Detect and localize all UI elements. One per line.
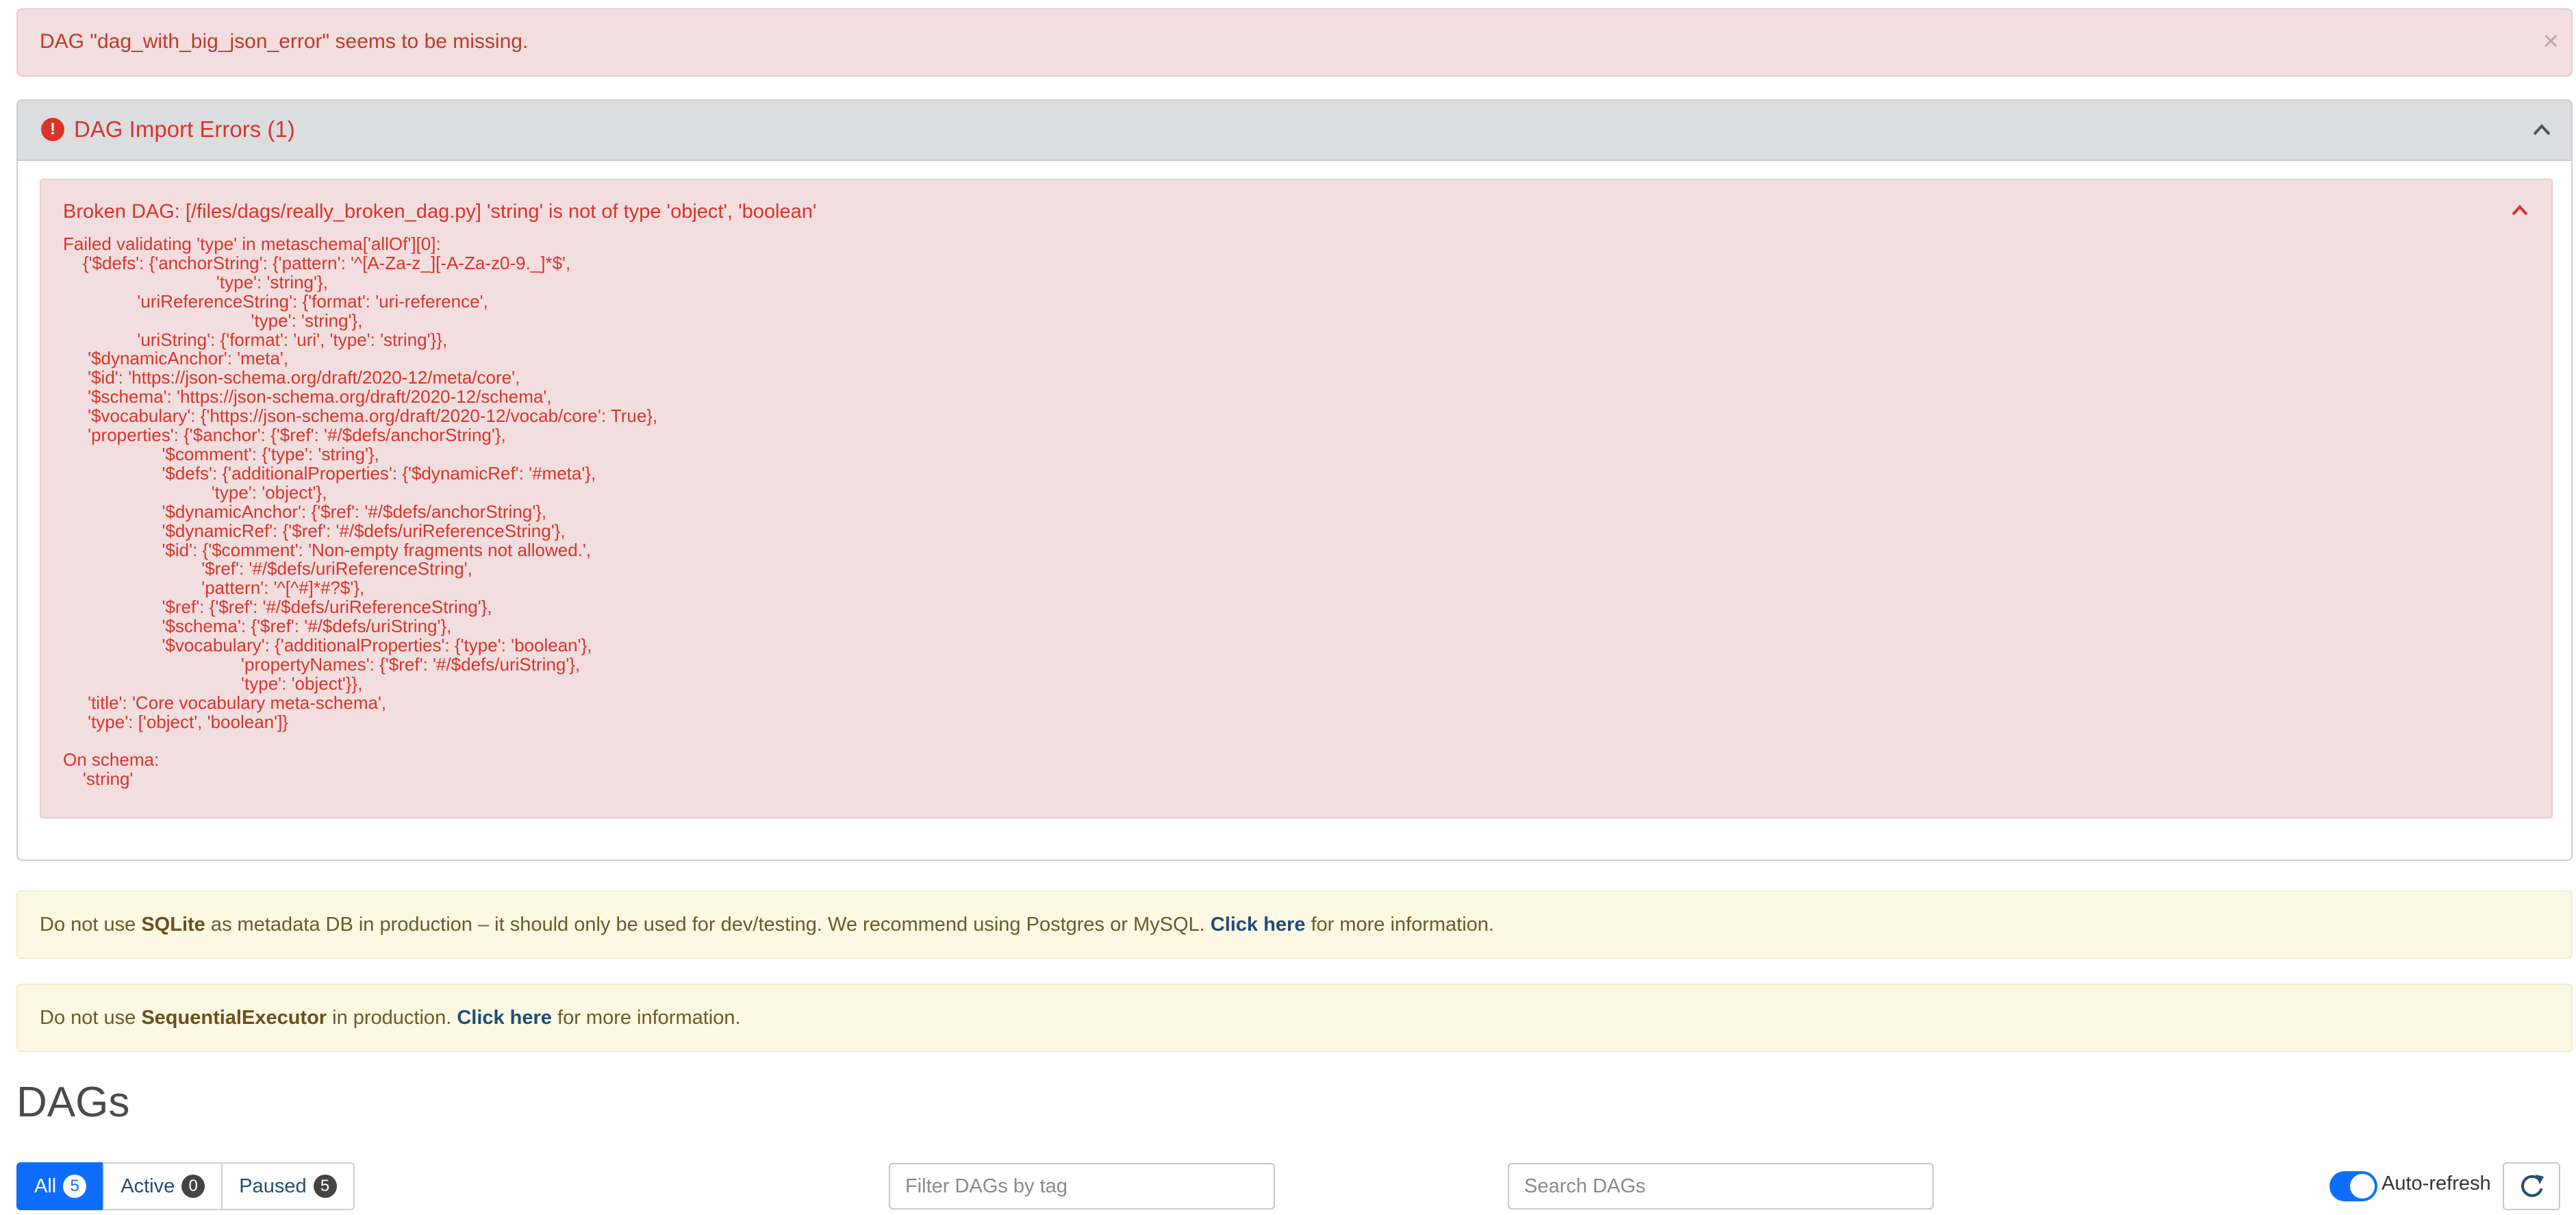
warning-text: for more information. (551, 1007, 741, 1029)
missing-dag-message: DAG "dag_with_big_json_error" seems to b… (40, 30, 529, 53)
import-errors-title: DAG Import Errors (1) (74, 116, 295, 142)
page-title: DAGs (16, 1079, 130, 1126)
chevron-up-icon[interactable] (2510, 201, 2529, 220)
filter-label: Paused (239, 1175, 307, 1197)
warning-text: as metadata DB in production – it should… (205, 914, 1211, 936)
warning-text: Do not use (40, 914, 142, 936)
filter-all-button[interactable]: All 5 (16, 1162, 105, 1210)
refresh-icon (2521, 1175, 2544, 1197)
import-errors-panel: ! DAG Import Errors (1) Broken DAG: [/fi… (16, 99, 2573, 861)
auto-refresh-toggle[interactable] (2329, 1171, 2377, 1201)
executor-info-link[interactable]: Click here (457, 1007, 552, 1029)
sqlite-warning: Do not use SQLite as metadata DB in prod… (16, 890, 2573, 959)
chevron-up-icon[interactable] (2531, 120, 2552, 140)
import-errors-header[interactable]: ! DAG Import Errors (1) (18, 101, 2571, 161)
broken-dag-header: Broken DAG: [/files/dags/really_broken_d… (63, 201, 817, 223)
error-circle-icon: ! (41, 118, 64, 141)
warning-bold-text: SQLite (141, 914, 205, 936)
auto-refresh-label: Auto-refresh (2382, 1173, 2491, 1194)
sqlite-info-link[interactable]: Click here (1211, 914, 1306, 936)
warning-text: in production. (327, 1007, 457, 1029)
error-details: Failed validating 'type' in metaschema['… (63, 234, 658, 790)
broken-dag-error-card: Broken DAG: [/files/dags/really_broken_d… (40, 179, 2553, 818)
missing-dag-alert: DAG "dag_with_big_json_error" seems to b… (16, 8, 2573, 77)
filter-label: Active (121, 1175, 175, 1197)
status-filter-group: All 5 Active 0 Paused 5 (16, 1162, 355, 1210)
filter-label: All (34, 1175, 57, 1197)
warning-text: for more information. (1305, 914, 1494, 936)
filter-active-button[interactable]: Active 0 (103, 1162, 223, 1210)
tag-filter-input[interactable] (889, 1163, 1275, 1210)
toggle-knob (2350, 1174, 2375, 1199)
warning-bold-text: SequentialExecutor (141, 1007, 327, 1029)
close-icon[interactable]: × (2543, 27, 2559, 55)
refresh-button[interactable] (2503, 1162, 2560, 1210)
count-badge: 5 (313, 1175, 337, 1198)
count-badge: 5 (63, 1175, 87, 1198)
count-badge: 0 (181, 1175, 205, 1198)
warning-text: Do not use (40, 1007, 142, 1029)
filter-paused-button[interactable]: Paused 5 (221, 1162, 355, 1210)
executor-warning: Do not use SequentialExecutor in product… (16, 984, 2573, 1052)
search-input[interactable] (1508, 1163, 1934, 1210)
